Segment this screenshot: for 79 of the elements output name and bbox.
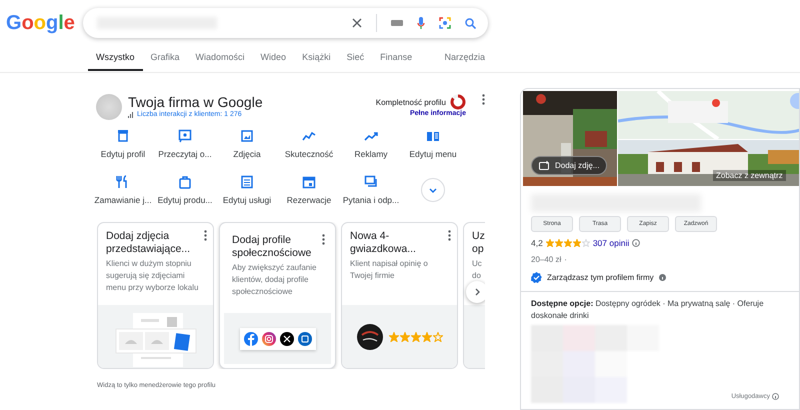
- bar-chart-icon: [128, 112, 134, 118]
- star-icon: [388, 332, 398, 342]
- search-icon[interactable]: [464, 18, 476, 28]
- profile-action[interactable]: Edytuj menu: [402, 129, 464, 159]
- profile-action[interactable]: Pytania i odp...: [340, 175, 402, 205]
- more-icon[interactable]: [482, 94, 485, 105]
- profile-action[interactable]: Zdjęcia: [216, 129, 278, 159]
- close-icon[interactable]: [352, 18, 362, 28]
- profile-title: Twoja firma w Google: [128, 94, 263, 110]
- info-icon[interactable]: [632, 239, 640, 247]
- card-text: Aby zwiększyć zaufanie klientów, dodaj profile społecznościowe: [232, 262, 318, 298]
- action-icon: [426, 129, 440, 143]
- more-icon[interactable]: [448, 230, 451, 241]
- card-text: Klienci w dużym stopniu sugerują się zdjęciami menu przy wyborze lokalu: [106, 258, 200, 294]
- profile-action[interactable]: Edytuj produ...: [154, 175, 216, 205]
- info-icon[interactable]: [658, 274, 666, 281]
- profile-action[interactable]: Zamawianie j...: [92, 175, 154, 205]
- search-tab[interactable]: Finanse: [372, 46, 420, 71]
- star-icon: [400, 332, 410, 342]
- action-icon: [302, 129, 316, 143]
- card-text: Uc do: [472, 258, 483, 282]
- action-icon: [178, 175, 192, 189]
- rating-value: 4,2: [531, 238, 543, 248]
- info-icon[interactable]: [772, 393, 779, 400]
- suggestion-card[interactable]: Nowa 4-gwiazdkowa... Klient napisał opinię o Twojej firmie: [341, 222, 458, 369]
- profile-action[interactable]: Przeczytaj o...: [154, 129, 216, 159]
- separator: ·: [564, 255, 567, 264]
- search-tab[interactable]: Wiadomości: [188, 46, 253, 71]
- completeness-donut: [450, 94, 466, 110]
- avatar: [96, 94, 122, 120]
- camera-search-icon[interactable]: [438, 17, 451, 29]
- action-icon: [302, 175, 316, 189]
- search-tab[interactable]: Sieć: [338, 46, 372, 71]
- chevron-right-icon: [474, 288, 480, 296]
- chevron-down-icon: [429, 188, 437, 192]
- search-tab[interactable]: Książki: [294, 46, 339, 71]
- profile-action[interactable]: Edytuj profil: [92, 129, 154, 159]
- x-icon[interactable]: [280, 332, 294, 346]
- price-range: 20–40 zł: [531, 255, 562, 264]
- card-title: Nowa 4-gwiazdkowa...: [350, 230, 417, 256]
- card-title: Uz op: [472, 230, 485, 256]
- street-view-link[interactable]: Zobacz z zewnątrz: [713, 170, 786, 181]
- suggestion-card[interactable]: Dodaj zdjęcia przedstawiające... Klienci w dużym stopniu sugerują się zdjęciami menu przy wyborze lokalu: [97, 222, 214, 369]
- action-icon: [364, 129, 378, 143]
- instagram-icon[interactable]: [262, 332, 276, 346]
- action-icon: [116, 175, 130, 189]
- options-text: Dostępne opcje: Dostępny ogródek · Ma prywatną salę · Oferuje doskonałe drinki: [530, 298, 765, 322]
- action-icon: [240, 129, 254, 143]
- action-icon: [116, 129, 130, 143]
- profile-action[interactable]: Edytuj usługi: [216, 175, 278, 205]
- action-icon: [178, 129, 192, 143]
- card-title: Dodaj zdjęcia przedstawiające...: [106, 230, 192, 256]
- google-logo[interactable]: Google: [6, 10, 75, 36]
- microphone-icon[interactable]: [416, 16, 425, 30]
- card-title: Dodaj profile społecznościowe: [232, 234, 312, 260]
- profile-action[interactable]: Rezerwacje: [278, 175, 340, 205]
- keyboard-icon[interactable]: [390, 19, 403, 27]
- linkedin-icon[interactable]: [298, 332, 312, 346]
- facebook-icon[interactable]: [244, 332, 258, 346]
- tools-button[interactable]: Narzędzia: [444, 46, 485, 71]
- verified-icon: [531, 272, 542, 283]
- reviews-link[interactable]: 307 opinii: [592, 238, 630, 248]
- star-icon: [422, 332, 432, 342]
- reviewer-avatar: [356, 324, 382, 350]
- search-tab[interactable]: Grafika: [142, 46, 188, 71]
- managed-label: Zarządzasz tym profilem firmy: [547, 273, 654, 282]
- star-icon: [410, 332, 420, 342]
- more-icon[interactable]: [322, 234, 325, 245]
- completeness-label: Kompletność profilu: [376, 98, 446, 106]
- profile-action[interactable]: Reklamy: [340, 129, 402, 159]
- card-text: Klient napisał opinię o Twojej firmie: [350, 258, 429, 282]
- search-tab[interactable]: Wideo: [252, 46, 294, 71]
- next-button[interactable]: [466, 281, 485, 303]
- search-tab[interactable]: Wszystko: [88, 46, 143, 71]
- suggestion-card[interactable]: Dodaj profile społecznościowe Aby zwiększyć zaufanie klientów, dodaj profile społecznościowe: [219, 222, 336, 369]
- action-icon: [240, 175, 254, 189]
- profile-action[interactable]: Skuteczność: [278, 129, 340, 159]
- action-icon: [364, 175, 378, 189]
- more-icon[interactable]: [204, 230, 207, 241]
